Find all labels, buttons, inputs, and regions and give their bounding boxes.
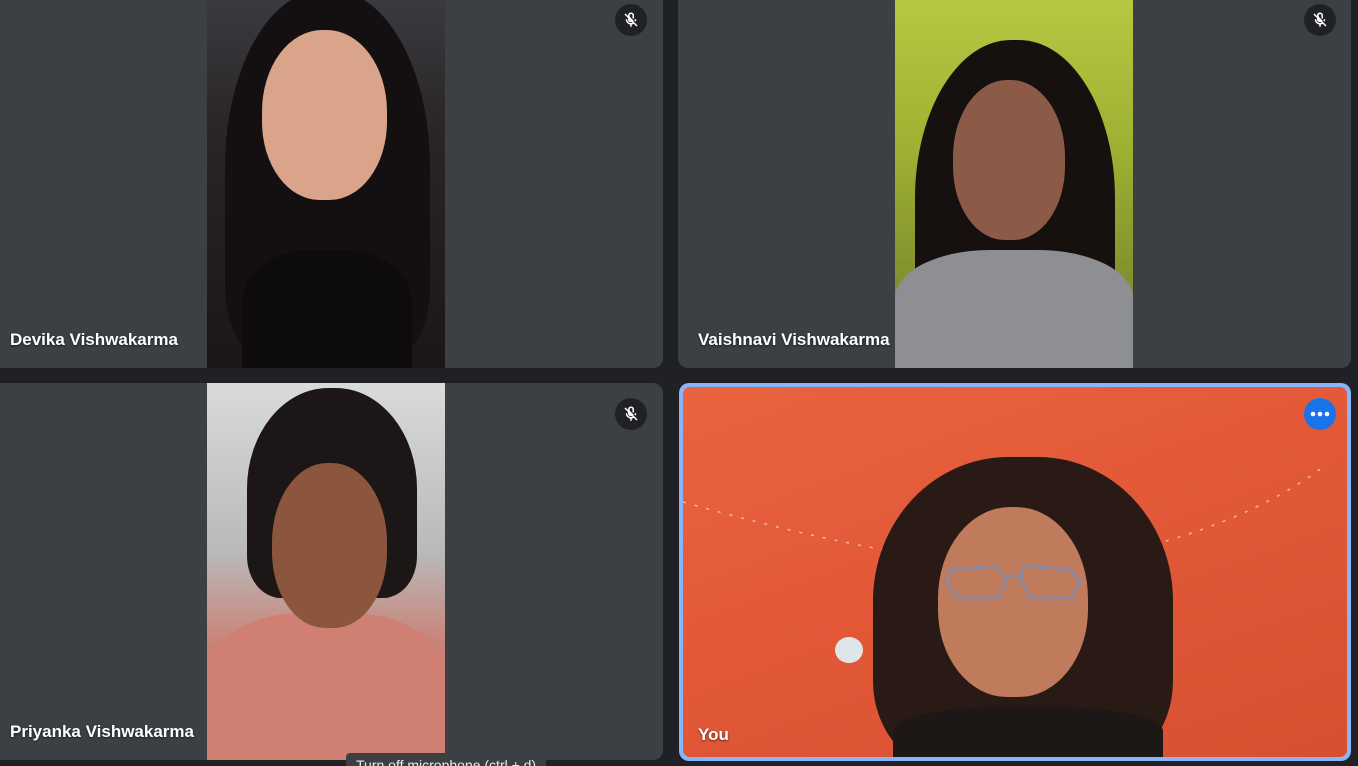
more-options-icon — [1310, 411, 1330, 417]
participant-tile-vaishnavi[interactable]: Vaishnavi Vishwakarma — [678, 0, 1351, 368]
mic-off-icon — [615, 398, 647, 430]
microphone-tooltip: Turn off microphone (ctrl + d) — [346, 753, 547, 766]
participant-tile-priyanka[interactable]: Priyanka Vishwakarma — [0, 383, 663, 760]
self-tile[interactable]: You — [679, 383, 1351, 761]
participant-video — [207, 0, 445, 368]
participant-name: Devika Vishwakarma — [10, 330, 178, 349]
participant-video — [207, 383, 445, 760]
participant-name: Vaishnavi Vishwakarma — [698, 330, 890, 349]
meeting-grid: Devika Vishwakarma Vaishnavi Vishwakarma — [0, 0, 1358, 766]
participant-video — [895, 0, 1133, 368]
participant-name: Priyanka Vishwakarma — [10, 722, 194, 741]
participant-tile-devika[interactable]: Devika Vishwakarma — [0, 0, 663, 368]
mic-off-icon — [1304, 4, 1336, 36]
more-options-button[interactable] — [1304, 398, 1336, 430]
participant-name: You — [698, 725, 729, 744]
mic-off-icon — [615, 4, 647, 36]
self-video — [683, 387, 1347, 757]
